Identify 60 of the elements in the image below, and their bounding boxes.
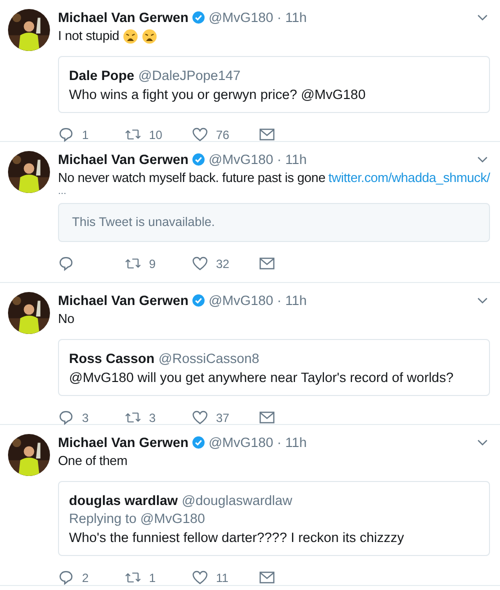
tweet-text: One of them	[58, 452, 128, 470]
reply-count: 3	[82, 410, 89, 424]
quoted-tweet[interactable]: Ross Casson @RossiCasson8 @MvG180 will you get anywhere near Taylor's record of worlds?	[58, 339, 490, 396]
quoted-text: @MvG180 will you get anywhere near Taylor's record of worlds?	[69, 370, 454, 385]
heart-icon[interactable]	[192, 410, 208, 425]
caret-icon[interactable]	[477, 156, 488, 162]
retweet-count: 3	[149, 410, 156, 424]
quoted-handle: @RossiCasson8	[158, 351, 260, 366]
author-name[interactable]: Michael Van Gerwen	[58, 292, 189, 308]
unavailable-notice: This Tweet is unavailable.	[58, 203, 490, 242]
replying-to-text: Replying to @MvG180	[69, 511, 206, 526]
weary-face-icon	[123, 28, 138, 44]
caret-icon[interactable]	[477, 296, 488, 304]
quoted-tweet[interactable]: Dale Pope @DaleJPope147 Who wins a fight you or gerwyn price? @MvG180	[58, 56, 490, 113]
retweet-icon[interactable]	[125, 410, 141, 425]
reply-icon[interactable]	[58, 127, 74, 142]
retweet-icon[interactable]	[125, 570, 141, 585]
retweet-icon[interactable]	[125, 127, 141, 142]
retweet-count: 1	[149, 570, 156, 584]
quoted-handle: @douglaswardlaw	[182, 493, 292, 508]
envelope-icon[interactable]	[259, 256, 275, 271]
reply-icon[interactable]	[58, 410, 74, 425]
envelope-icon[interactable]	[259, 410, 275, 425]
heart-icon[interactable]	[192, 256, 208, 271]
like-count: 32	[216, 256, 230, 270]
reply-count: 1	[82, 128, 89, 142]
quoted-author-name: Ross Casson	[69, 351, 155, 366]
quoted-text: Who wins a fight you or gerwyn price? @MvG180	[69, 87, 367, 102]
handle-and-time: @MvG180 · 11h	[208, 434, 307, 450]
author-name[interactable]: Michael Van Gerwen	[58, 10, 189, 24]
like-count: 37	[216, 410, 230, 424]
author-name[interactable]: Michael Van Gerwen	[58, 152, 189, 166]
more-text: ...	[58, 187, 68, 197]
retweet-count: 9	[149, 256, 156, 270]
weary-face-icon	[142, 28, 158, 44]
handle-and-time: @MvG180 · 11h	[208, 292, 307, 308]
tweet-text: No	[58, 310, 74, 328]
caret-icon[interactable]	[477, 438, 488, 446]
tweet-text: I not stupid	[58, 27, 120, 45]
reply-icon[interactable]	[58, 570, 74, 585]
handle-and-time: @MvG180 · 11h	[208, 10, 307, 24]
heart-icon[interactable]	[192, 570, 208, 585]
envelope-icon[interactable]	[259, 127, 275, 142]
quoted-text: Who's the funniest fellow darter???? I reckon its chizzzy	[69, 530, 405, 545]
retweet-icon[interactable]	[125, 256, 141, 271]
tweet-text: No never watch myself back. future past is gone	[58, 169, 326, 187]
retweet-count: 10	[149, 128, 162, 142]
envelope-icon[interactable]	[259, 570, 275, 585]
reply-icon[interactable]	[58, 256, 74, 271]
like-count: 11	[216, 570, 228, 584]
quoted-author-name: Dale Pope	[69, 68, 134, 83]
heart-icon[interactable]	[192, 127, 208, 142]
reply-count: 2	[82, 570, 89, 584]
like-count: 76	[216, 128, 230, 142]
quoted-handle: @DaleJPope147	[138, 68, 241, 83]
quoted-tweet[interactable]: douglas wardlaw @douglaswardlaw Replying to @MvG180 Who's the funniest fellow darter???? I reckon its chizzzy	[58, 481, 490, 556]
quoted-author-name: douglas wardlaw	[69, 493, 178, 508]
caret-icon[interactable]	[477, 14, 488, 20]
author-name[interactable]: Michael Van Gerwen	[58, 434, 189, 450]
handle-and-time: @MvG180 · 11h	[208, 152, 307, 166]
